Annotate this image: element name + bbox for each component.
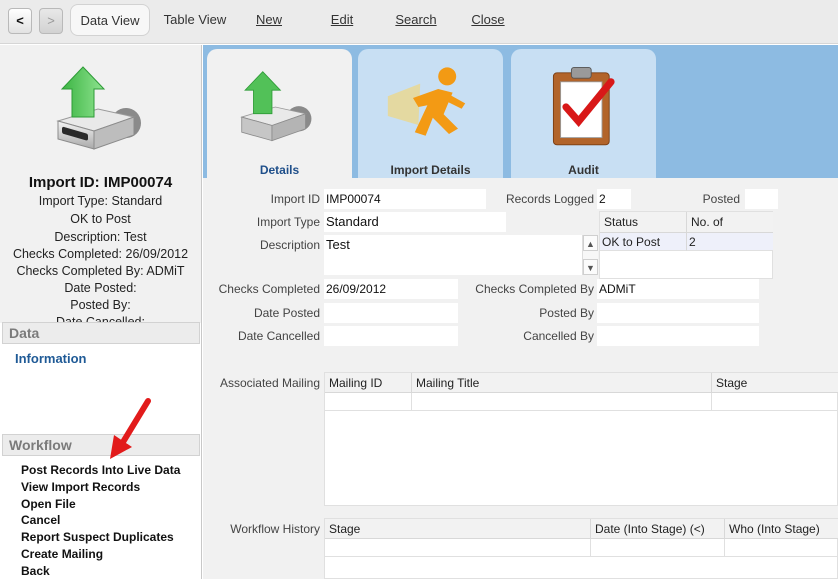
checks-completed-by-field[interactable]: ADMiT xyxy=(597,279,759,299)
workflow-history-label: Workflow History xyxy=(230,522,320,536)
mailing-stage-col-header[interactable]: Stage xyxy=(712,373,838,393)
wf-stage-col-header[interactable]: Stage xyxy=(325,519,591,539)
cancel-link[interactable]: Cancel xyxy=(21,513,60,527)
status-col-header: Status xyxy=(600,212,687,233)
view-import-records-link[interactable]: View Import Records xyxy=(21,480,140,494)
wf-who-col-header[interactable]: Who (Into Stage) xyxy=(725,519,838,539)
mailing-id-col-header[interactable]: Mailing ID xyxy=(325,373,412,393)
create-mailing-link[interactable]: Create Mailing xyxy=(21,547,103,561)
workflow-grid-header: Stage Date (Into Stage) (<) Who (Into St… xyxy=(325,519,838,539)
description-field[interactable]: Test xyxy=(324,235,582,275)
summary-checks-completed-by: Checks Completed By: ADMiT xyxy=(16,264,185,278)
tab-audit-label: Audit xyxy=(568,163,599,177)
table-cell[interactable] xyxy=(412,393,712,411)
tab-audit[interactable]: Audit xyxy=(511,49,656,178)
summary-import-type: Import Type: Standard xyxy=(38,194,163,208)
mailing-grid-header: Mailing ID Mailing Title Stage xyxy=(325,373,838,393)
mailing-title-col-header[interactable]: Mailing Title xyxy=(412,373,712,393)
workflow-history-grid[interactable]: Stage Date (Into Stage) (<) Who (Into St… xyxy=(324,518,838,579)
checks-completed-label: Checks Completed xyxy=(218,282,320,296)
tab-import-details-label: Import Details xyxy=(390,163,471,177)
cancelled-by-label: Cancelled By xyxy=(523,329,594,343)
import-server-icon xyxy=(240,71,312,142)
count-cell[interactable]: 2 xyxy=(687,233,773,251)
summary-description: Description: Test xyxy=(54,230,147,244)
running-man-icon xyxy=(387,67,466,136)
import-id-label: Import ID xyxy=(270,192,320,206)
summary-date-posted: Date Posted: xyxy=(64,281,137,295)
post-records-link[interactable]: Post Records Into Live Data xyxy=(21,463,180,477)
date-posted-field[interactable] xyxy=(324,303,458,323)
description-scrollbar[interactable]: ▲ ▼ xyxy=(582,235,598,275)
count-col-header: No. of xyxy=(687,212,773,233)
scroll-up-icon[interactable]: ▲ xyxy=(583,235,598,251)
data-view-button[interactable]: Data View xyxy=(70,4,150,36)
summary-status: OK to Post xyxy=(70,212,131,226)
left-panel: Import ID: IMP00074 Import Type: Standar… xyxy=(0,45,202,579)
toolbar: < > Data View Table View New Edit Search… xyxy=(0,0,838,44)
records-logged-label: Records Logged xyxy=(505,192,594,206)
open-file-link[interactable]: Open File xyxy=(21,497,76,511)
posted-by-label: Posted By xyxy=(539,306,594,320)
description-label: Description xyxy=(259,238,320,252)
back-link[interactable]: Back xyxy=(21,564,50,578)
associated-mailing-label: Associated Mailing xyxy=(219,376,320,390)
table-cell[interactable] xyxy=(325,393,412,411)
posted-label: Posted xyxy=(702,192,740,206)
summary-title: Import ID: IMP00074 xyxy=(28,174,173,191)
tab-details[interactable]: Details xyxy=(207,49,352,178)
workflow-section-header: Workflow xyxy=(2,434,200,456)
main-content: Details Import Details Audit Import ID I… xyxy=(203,45,838,579)
forward-button[interactable]: > xyxy=(39,8,63,34)
date-cancelled-label: Date Cancelled xyxy=(237,329,320,343)
new-button[interactable]: New xyxy=(250,4,288,36)
table-row[interactable] xyxy=(325,393,838,411)
table-row[interactable] xyxy=(325,539,838,557)
posted-by-field[interactable] xyxy=(597,303,759,323)
red-arrow-annotation-icon xyxy=(110,398,151,459)
tab-strip: Details Import Details Audit xyxy=(203,45,838,178)
posted-field[interactable] xyxy=(745,189,778,209)
date-cancelled-field[interactable] xyxy=(324,326,458,346)
search-button[interactable]: Search xyxy=(390,4,442,36)
tab-details-label: Details xyxy=(259,163,300,177)
checks-completed-field[interactable]: 26/09/2012 xyxy=(324,279,458,299)
import-type-label: Import Type xyxy=(256,215,320,229)
summary-posted-by: Posted By: xyxy=(70,298,131,312)
wf-date-col-header[interactable]: Date (Into Stage) (<) xyxy=(591,519,725,539)
tab-import-details[interactable]: Import Details xyxy=(358,49,503,178)
import-id-field[interactable]: IMP00074 xyxy=(324,189,486,209)
edit-button[interactable]: Edit xyxy=(325,4,359,36)
close-button[interactable]: Close xyxy=(466,4,510,36)
associated-mailing-grid[interactable]: Mailing ID Mailing Title Stage xyxy=(324,372,838,506)
summary-checks-completed: Checks Completed: 26/09/2012 xyxy=(12,247,189,261)
back-button[interactable]: < xyxy=(8,8,32,34)
checks-completed-by-label: Checks Completed By xyxy=(475,282,594,296)
status-cell[interactable]: OK to Post xyxy=(600,233,687,251)
import-type-field[interactable]: Standard xyxy=(324,212,506,232)
record-summary: Import ID: IMP00074 Import Type: Standar… xyxy=(0,45,201,323)
date-posted-label: Date Posted xyxy=(253,306,320,320)
table-view-button[interactable]: Table View xyxy=(158,4,232,36)
table-cell[interactable] xyxy=(325,539,591,557)
report-duplicates-link[interactable]: Report Suspect Duplicates xyxy=(21,530,174,544)
import-server-icon xyxy=(56,66,141,150)
table-cell[interactable] xyxy=(591,539,725,557)
data-section-header: Data xyxy=(2,322,200,344)
scroll-down-icon[interactable]: ▼ xyxy=(583,259,598,275)
status-table: Status No. of OK to Post 2 xyxy=(599,211,773,279)
information-link[interactable]: Information xyxy=(15,351,87,366)
records-logged-field[interactable]: 2 xyxy=(597,189,631,209)
cancelled-by-field[interactable] xyxy=(597,326,759,346)
clipboard-check-icon xyxy=(552,66,615,146)
